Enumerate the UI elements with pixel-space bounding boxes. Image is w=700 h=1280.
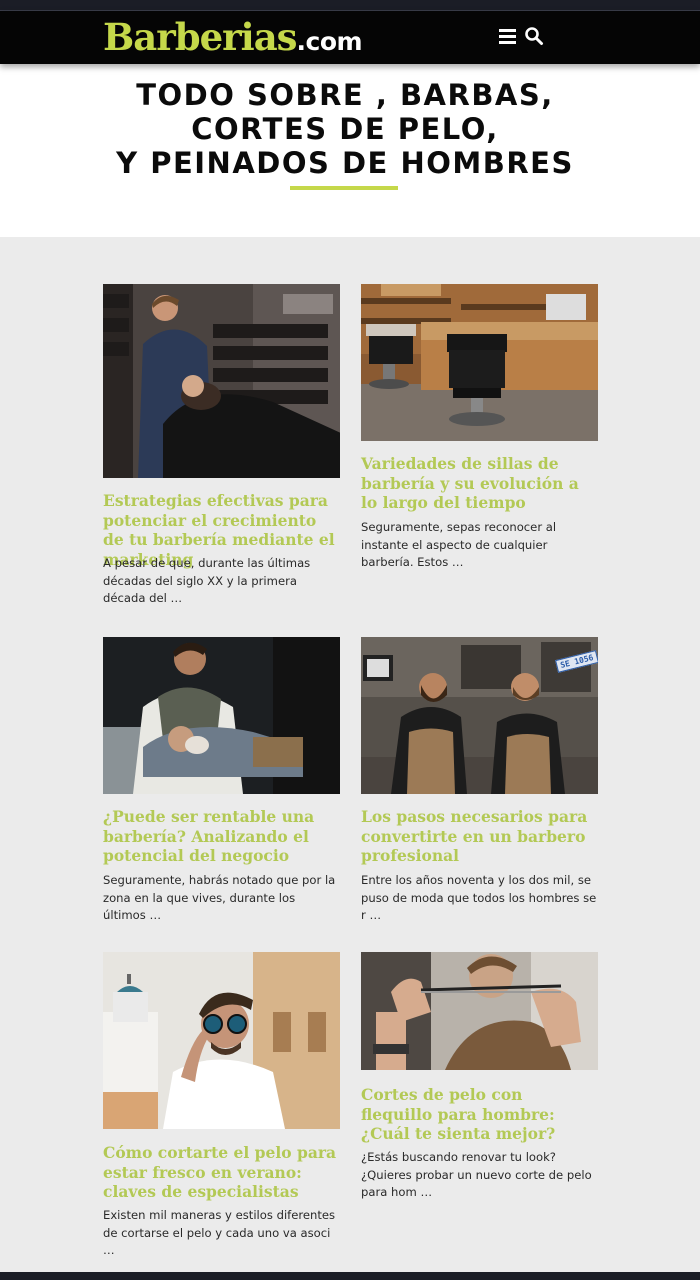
article-title[interactable]: ¿Puede ser rentable una barbería? Analiz… xyxy=(103,807,341,866)
article-thumbnail[interactable] xyxy=(103,637,340,794)
article-thumbnail[interactable] xyxy=(361,284,598,441)
article-excerpt: ¿Estás buscando renovar tu look? ¿Quiere… xyxy=(361,1150,592,1199)
menu-icon[interactable] xyxy=(499,29,516,44)
title-underline xyxy=(290,186,398,190)
page-title-line: CORTES DE PELO, xyxy=(191,112,499,146)
page-title-line: TODO SOBRE , BARBAS, xyxy=(136,78,554,112)
article-excerpt: Seguramente, habrás notado que por la zo… xyxy=(103,873,336,922)
article-thumbnail[interactable] xyxy=(103,952,340,1129)
article-card: ¿Puede ser rentable una barbería? Analiz… xyxy=(103,637,341,927)
page-title: TODO SOBRE , BARBAS, CORTES DE PELO, Y P… xyxy=(0,78,690,180)
article-thumbnail[interactable]: SE 1056 xyxy=(361,637,598,794)
article-card: Variedades de sillas de barbería y su ev… xyxy=(361,284,599,584)
browser-top-strip xyxy=(0,0,700,11)
article-title[interactable]: Los pasos necesarios para convertirte en… xyxy=(361,807,599,866)
article-card: Estrategias efectivas para potenciar el … xyxy=(103,284,341,614)
logo-main-text: Barberias xyxy=(103,15,298,59)
article-excerpt: Entre los años noventa y los dos mil, se… xyxy=(361,873,597,922)
article-card: SE 1056 Los pasos necesarios para conver… xyxy=(361,637,599,927)
search-icon[interactable] xyxy=(524,26,544,46)
page-title-line: Y PEINADOS DE HOMBRES xyxy=(116,146,574,180)
article-excerpt: Existen mil maneras y estilos diferentes… xyxy=(103,1208,336,1257)
article-title[interactable]: Cómo cortarte el pelo para estar fresco … xyxy=(103,1143,341,1202)
logo-suffix-text: .com xyxy=(296,27,363,56)
article-title[interactable]: Cortes de pelo con flequillo para hombre… xyxy=(361,1085,599,1144)
article-excerpt: Seguramente, sepas reconocer al instante… xyxy=(361,520,557,569)
article-card: Cómo cortarte el pelo para estar fresco … xyxy=(103,952,341,1262)
hero-section: TODO SOBRE , BARBAS, CORTES DE PELO, Y P… xyxy=(0,64,700,237)
article-thumbnail[interactable] xyxy=(103,284,340,478)
article-thumbnail[interactable] xyxy=(361,952,598,1070)
article-card: Cortes de pelo con flequillo para hombre… xyxy=(361,952,599,1212)
browser-bottom-strip xyxy=(0,1272,700,1280)
site-header: Barberias.com xyxy=(0,11,700,64)
article-excerpt: A pesar de que, durante las últimas déca… xyxy=(103,556,311,605)
article-title[interactable]: Variedades de sillas de barbería y su ev… xyxy=(361,454,599,513)
site-logo[interactable]: Barberias.com xyxy=(103,15,363,59)
